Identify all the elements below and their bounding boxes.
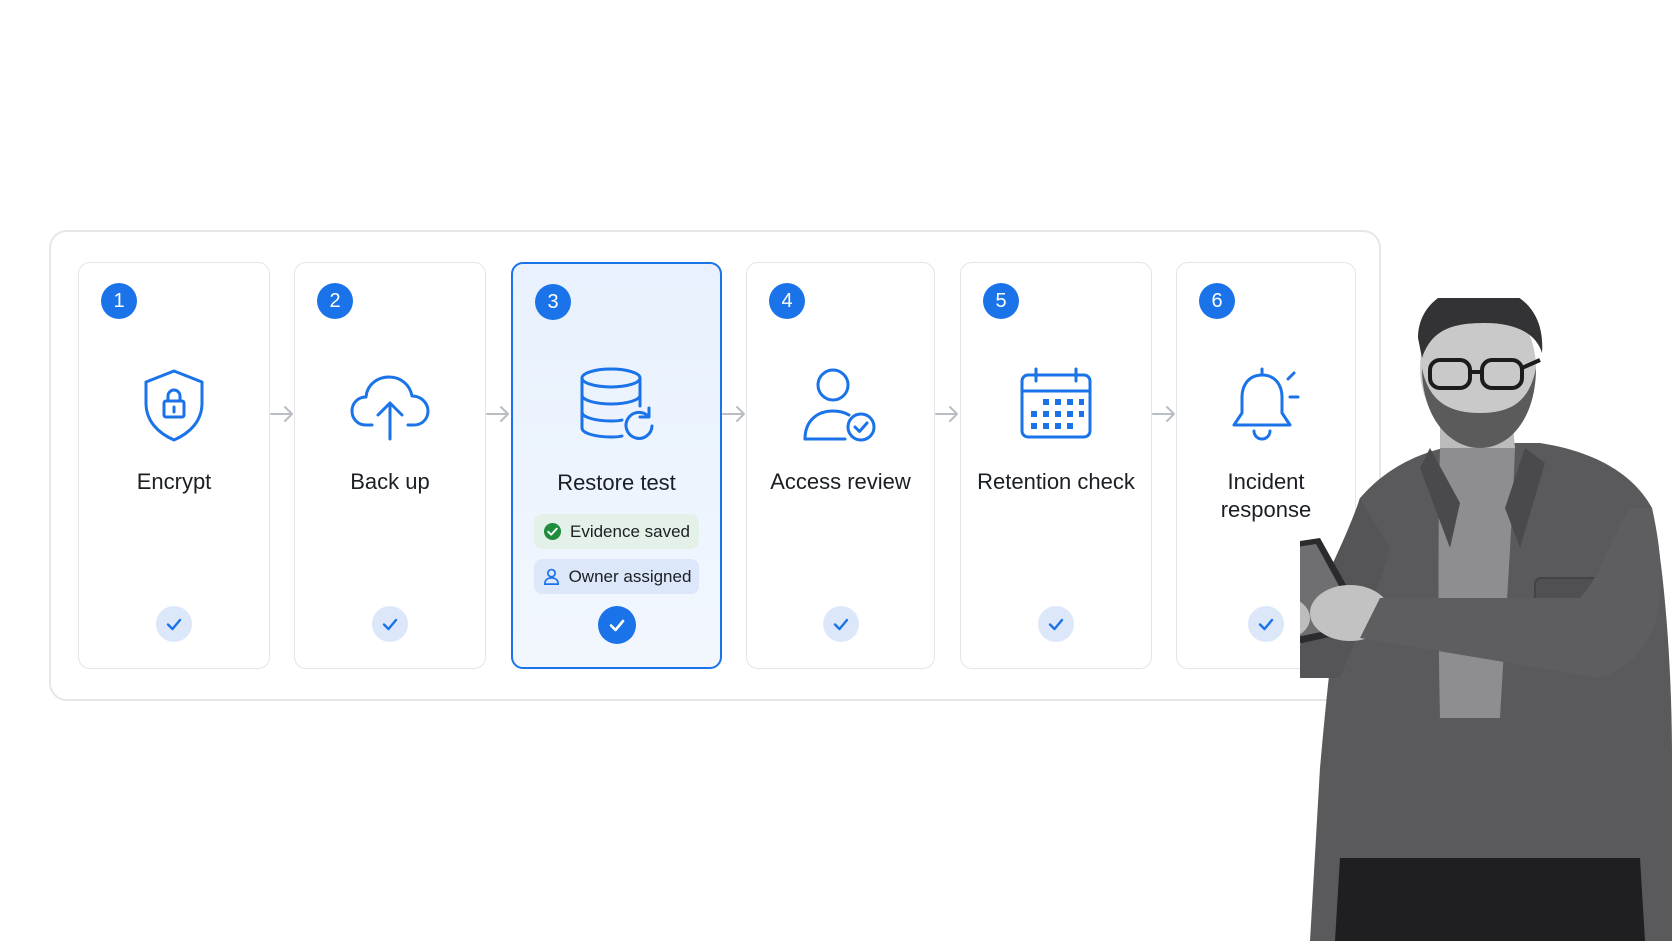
chip-label: Evidence saved <box>569 521 691 541</box>
step-number-badge: 5 <box>983 283 1019 319</box>
step-card-back-up[interactable]: 2 Back up <box>294 262 486 669</box>
user-check-icon <box>799 363 883 447</box>
step-number-badge: 3 <box>535 284 571 320</box>
database-restore-icon <box>575 364 659 448</box>
calendar-icon <box>1014 363 1098 447</box>
check-icon <box>597 606 636 644</box>
person-with-tablet-photo <box>1300 298 1672 941</box>
step-card-encrypt[interactable]: 1 Encrypt <box>78 262 270 669</box>
arrow-right-icon <box>721 404 747 424</box>
shield-lock-icon <box>132 363 216 447</box>
owner-assigned-chip: Owner assigned <box>534 559 699 594</box>
step-label: Restore test <box>557 470 676 495</box>
chip-label: Owner assigned <box>568 566 692 586</box>
evidence-saved-chip: Evidence saved <box>534 514 699 549</box>
check-icon <box>1038 606 1074 642</box>
step-card-access-review[interactable]: 4 Access review <box>746 262 935 669</box>
check-icon <box>372 606 408 642</box>
step-card-retention-check[interactable]: 5 Retention check <box>960 262 1152 669</box>
step-label: Retention check <box>977 469 1135 494</box>
arrow-right-icon <box>934 404 960 424</box>
check-icon <box>156 606 192 642</box>
step-label: Encrypt <box>136 469 212 494</box>
arrow-right-icon <box>1151 404 1177 424</box>
step-number-badge: 2 <box>317 283 353 319</box>
arrow-right-icon <box>269 404 295 424</box>
step-number-badge: 1 <box>101 283 137 319</box>
step-label: Access review <box>770 469 911 494</box>
cloud-upload-icon <box>348 363 432 447</box>
check-icon <box>1248 606 1284 642</box>
check-circle-icon <box>543 522 562 541</box>
bell-alert-icon <box>1224 363 1308 447</box>
step-number-badge: 4 <box>769 283 805 319</box>
step-label: Back up <box>350 469 430 494</box>
step-card-restore-test[interactable]: 3 Restore test Evidence saved Owner assi… <box>511 262 722 669</box>
user-icon <box>543 568 559 585</box>
step-number-badge: 6 <box>1199 283 1235 319</box>
arrow-right-icon <box>485 404 511 424</box>
check-icon <box>822 606 859 642</box>
